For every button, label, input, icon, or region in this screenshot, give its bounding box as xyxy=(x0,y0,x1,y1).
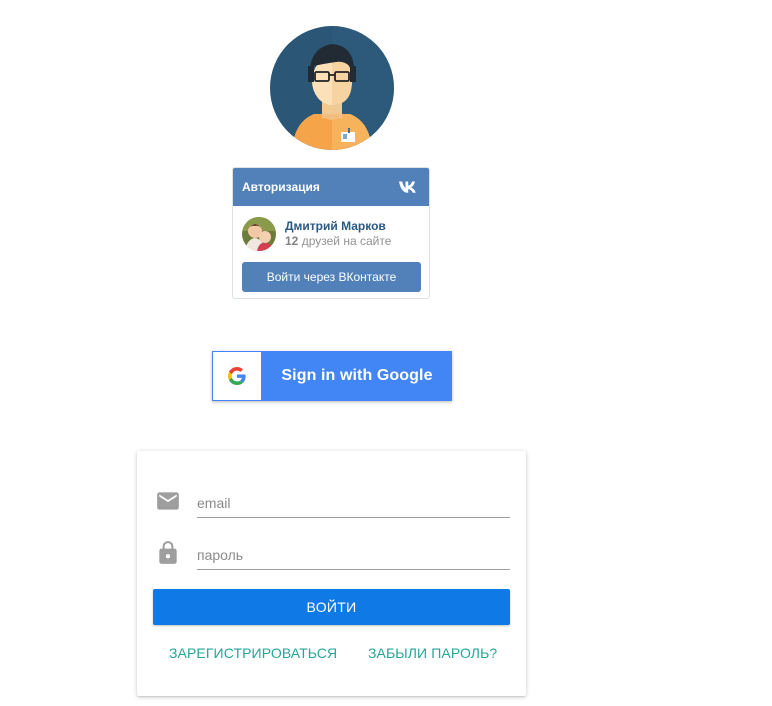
user-avatar-illustration xyxy=(270,26,394,150)
vk-user-photo xyxy=(242,217,276,251)
google-signin-button[interactable]: Sign in with Google xyxy=(212,351,452,401)
lock-icon xyxy=(159,541,177,564)
register-link[interactable]: ЗАРЕГИСТРИРОВАТЬСЯ xyxy=(169,645,337,661)
email-field[interactable] xyxy=(197,488,510,518)
vk-user-info: Дмитрий Марков 12 друзей на сайте xyxy=(233,206,429,252)
google-signin-label: Sign in with Google xyxy=(281,367,433,384)
vk-user-name[interactable]: Дмитрий Марков xyxy=(285,219,391,234)
vk-auth-widget: Авторизация Дмитрий Марков 12 друзей на … xyxy=(232,167,430,299)
email-row xyxy=(155,488,510,528)
login-card: ВОЙТИ ЗАРЕГИСТРИРОВАТЬСЯ ЗАБЫЛИ ПАРОЛЬ? xyxy=(137,451,526,696)
vk-friends-suffix: друзей на сайте xyxy=(301,234,392,248)
password-field[interactable] xyxy=(197,540,510,570)
user-photo-icon xyxy=(242,217,276,251)
vk-logo-icon xyxy=(399,181,416,193)
google-icon-container xyxy=(213,352,261,400)
avatar-icon xyxy=(270,26,394,150)
vk-login-button[interactable]: Войти через ВКонтакте xyxy=(242,262,421,292)
vk-widget-title: Авторизация xyxy=(242,180,320,194)
vk-widget-header: Авторизация xyxy=(233,168,429,206)
vk-friends-count: 12 xyxy=(285,234,299,248)
mail-icon xyxy=(157,492,179,510)
login-submit-button[interactable]: ВОЙТИ xyxy=(153,589,510,625)
google-g-icon xyxy=(228,367,246,385)
vk-user-friends-text: 12 друзей на сайте xyxy=(285,234,391,249)
forgot-password-link[interactable]: ЗАБЫЛИ ПАРОЛЬ? xyxy=(368,645,497,661)
password-row xyxy=(155,540,510,580)
